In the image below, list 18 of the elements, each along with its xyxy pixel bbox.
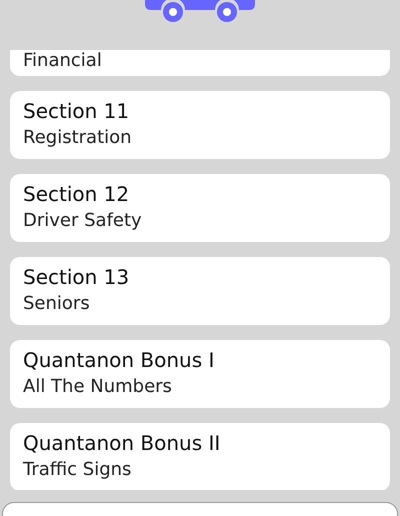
section-title: Quantanon Bonus II [23,430,222,457]
section-card[interactable]: Section 12 Driver Safety [10,174,390,242]
car-icon [145,0,255,22]
section-card[interactable]: Section 11 Registration [10,91,390,159]
section-title: Section 12 [23,181,130,208]
section-card[interactable]: Section 13 Seniors [10,257,390,325]
section-subtitle: All The Numbers [23,375,173,399]
section-subtitle: Financial [23,50,103,73]
section-subtitle: Seniors [23,292,91,316]
section-title: Section 11 [23,98,130,125]
section-card[interactable]: Financial [10,50,390,76]
section-subtitle: Registration [23,126,133,150]
section-subtitle: Traffic Signs [23,458,132,482]
section-subtitle: Driver Safety [23,209,143,233]
section-card[interactable]: Quantanon Bonus I All The Numbers [10,340,390,408]
section-title: Section 13 [23,264,130,291]
section-card[interactable]: Quantanon Bonus II Traffic Signs [10,423,390,490]
section-title: Quantanon Bonus I [23,347,216,374]
